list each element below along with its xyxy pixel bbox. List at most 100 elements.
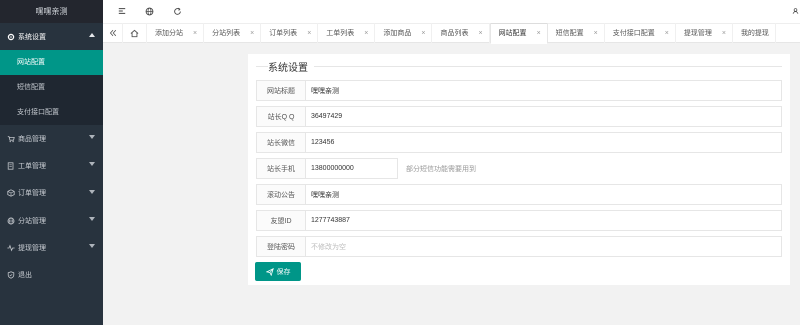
top-header: [103, 0, 800, 23]
admin-phone-input[interactable]: 13800000000: [306, 158, 398, 179]
tab-add-product[interactable]: 添加商品 ×: [375, 23, 433, 43]
tab-label: 提现管理: [683, 30, 712, 37]
tab-my-withdrawals[interactable]: 我的提现: [733, 23, 776, 43]
phone-hint: 部分短信功能需要用到: [406, 165, 476, 173]
caret-up-icon: [89, 33, 95, 37]
tab-site-config[interactable]: 网站配置 ×: [489, 23, 548, 44]
menu-toggle-icon[interactable]: [116, 5, 128, 17]
sidebar-group-system[interactable]: 系统设置: [0, 23, 103, 50]
tab-order-list[interactable]: 订单列表 ×: [261, 23, 319, 43]
admin-qq-input[interactable]: 36497429: [306, 106, 782, 127]
tab-sms-config[interactable]: 短信配置 ×: [548, 23, 605, 43]
tab-scroll-left-icon[interactable]: [103, 23, 123, 43]
tab-label: 订单列表: [269, 30, 298, 37]
shield-icon: [6, 271, 15, 280]
field-label: 站长微信: [256, 132, 306, 153]
sidebar-item-sms-config[interactable]: 短信配置: [0, 75, 103, 100]
tab-payment-config[interactable]: 支付接口配置 ×: [605, 23, 676, 43]
legend-divider: [256, 66, 782, 67]
field-label: 滚动公告: [256, 184, 306, 205]
caret-down-icon: [89, 216, 95, 221]
sidebar-group-substations[interactable]: 分站管理: [0, 207, 103, 234]
sidebar-group-label: 提现管理: [18, 244, 46, 252]
form-row-admin-qq: 站长Q Q 36497429: [256, 106, 782, 127]
user-avatar-icon[interactable]: [791, 5, 800, 17]
form-row-announcement: 滚动公告 嘿嘿亲测: [256, 184, 782, 205]
tab-close-icon[interactable]: ×: [307, 30, 311, 37]
sidebar-group-orders[interactable]: 订单管理: [0, 180, 103, 207]
app-root: 嘿嘿亲测 系统设置 网站配置 短信配置 支付接口配置 商品管理 工单管理 订单管…: [0, 0, 800, 325]
tab-close-icon[interactable]: ×: [594, 30, 598, 37]
sidebar-group-label: 订单管理: [18, 190, 46, 198]
save-button-label: 保存: [276, 268, 291, 276]
tab-label: 添加分站: [155, 30, 183, 37]
refresh-icon[interactable]: [171, 5, 183, 17]
field-label: 站长手机: [256, 158, 306, 179]
tab-close-icon[interactable]: ×: [722, 30, 726, 37]
site-title-input[interactable]: 嘿嘿亲测: [306, 80, 782, 101]
tab-label: 网站配置: [498, 30, 527, 37]
form-legend: 系统设置: [268, 59, 314, 74]
admin-wechat-input[interactable]: 123456: [306, 132, 782, 153]
sidebar-nav-list: 商品管理 工单管理 订单管理 分站管理 提现管理 退出: [0, 125, 103, 289]
send-icon: [265, 267, 274, 276]
pulse-icon: [6, 243, 15, 252]
tab-label: 我的提现: [740, 30, 769, 37]
tab-bar: 添加分站 × 分站列表 × 订单列表 × 工单列表 × 添加商品 × 商品列表 × 网站配置…: [103, 23, 800, 44]
sidebar-group-label: 退出: [18, 272, 32, 280]
tab-close-icon[interactable]: ×: [537, 30, 541, 37]
sidebar-group-tickets[interactable]: 工单管理: [0, 152, 103, 179]
caret-down-icon: [89, 162, 95, 167]
form-row-umeng-id: 友盟ID 1277743887: [256, 210, 782, 231]
sidebar-group-withdrawals[interactable]: 提现管理: [0, 234, 103, 261]
caret-down-icon: [89, 189, 95, 194]
tab-close-icon[interactable]: ×: [364, 30, 368, 37]
sidebar-group-label: 商品管理: [18, 135, 46, 143]
tab-close-icon[interactable]: ×: [250, 30, 254, 37]
tab-add-substation[interactable]: 添加分站 ×: [147, 23, 205, 43]
caret-down-icon: [89, 244, 95, 249]
tab-product-list[interactable]: 商品列表 ×: [432, 23, 490, 43]
sidebar-group-label: 分站管理: [18, 217, 46, 225]
form-row-admin-phone: 站长手机 13800000000 部分短信功能需要用到: [256, 158, 476, 179]
sidebar-group-products[interactable]: 商品管理: [0, 125, 103, 152]
sidebar: 嘿嘿亲测 系统设置 网站配置 短信配置 支付接口配置 商品管理 工单管理 订单管…: [0, 0, 103, 325]
tab-label: 商品列表: [440, 30, 469, 37]
tab-ticket-list[interactable]: 工单列表 ×: [318, 23, 376, 43]
gear-icon: [6, 32, 15, 41]
tab-withdrawal-management[interactable]: 提现管理 ×: [676, 23, 733, 43]
sidebar-item-logout[interactable]: 退出: [0, 261, 103, 288]
caret-down-icon: [89, 135, 95, 139]
tab-label: 短信配置: [555, 30, 584, 37]
tab-close-icon[interactable]: ×: [665, 30, 669, 37]
tab-label: 添加商品: [383, 30, 412, 37]
tab-label: 分站列表: [212, 30, 241, 37]
home-icon[interactable]: [123, 23, 147, 43]
field-label: 网站标题: [256, 80, 306, 101]
sidebar-submenu: 网站配置 短信配置 支付接口配置: [0, 50, 103, 125]
tab-close-icon[interactable]: ×: [193, 30, 197, 37]
save-button[interactable]: 保存: [255, 262, 301, 281]
app-logo-title: 嘿嘿亲测: [0, 0, 103, 23]
tab-label: 工单列表: [326, 30, 355, 37]
umeng-id-input[interactable]: 1277743887: [306, 210, 782, 231]
sidebar-group-label: 工单管理: [18, 162, 46, 170]
tab-close-icon[interactable]: ×: [421, 30, 425, 37]
form-row-site-title: 网站标题 嘿嘿亲测: [256, 80, 782, 101]
box-icon: [6, 189, 15, 198]
tab-substation-list[interactable]: 分站列表 ×: [204, 23, 262, 43]
settings-panel: 系统设置 网站标题 嘿嘿亲测 站长Q Q 36497429 站长微信 12345…: [248, 54, 790, 285]
field-label: 站长Q Q: [256, 106, 306, 127]
announcement-input[interactable]: 嘿嘿亲测: [306, 184, 782, 205]
sidebar-item-payment-config[interactable]: 支付接口配置: [0, 100, 103, 125]
website-globe-icon[interactable]: [143, 5, 155, 17]
field-label: 登陆密码: [256, 236, 306, 257]
globe-icon: [6, 216, 15, 225]
form-row-admin-wechat: 站长微信 123456: [256, 132, 782, 153]
login-password-input[interactable]: 不修改为空: [306, 236, 782, 257]
cart-icon: [6, 134, 15, 143]
ticket-icon: [6, 161, 15, 170]
sidebar-item-site-config[interactable]: 网站配置: [0, 50, 103, 75]
tab-close-icon[interactable]: ×: [478, 30, 482, 37]
form-row-login-password: 登陆密码 不修改为空: [256, 236, 782, 257]
